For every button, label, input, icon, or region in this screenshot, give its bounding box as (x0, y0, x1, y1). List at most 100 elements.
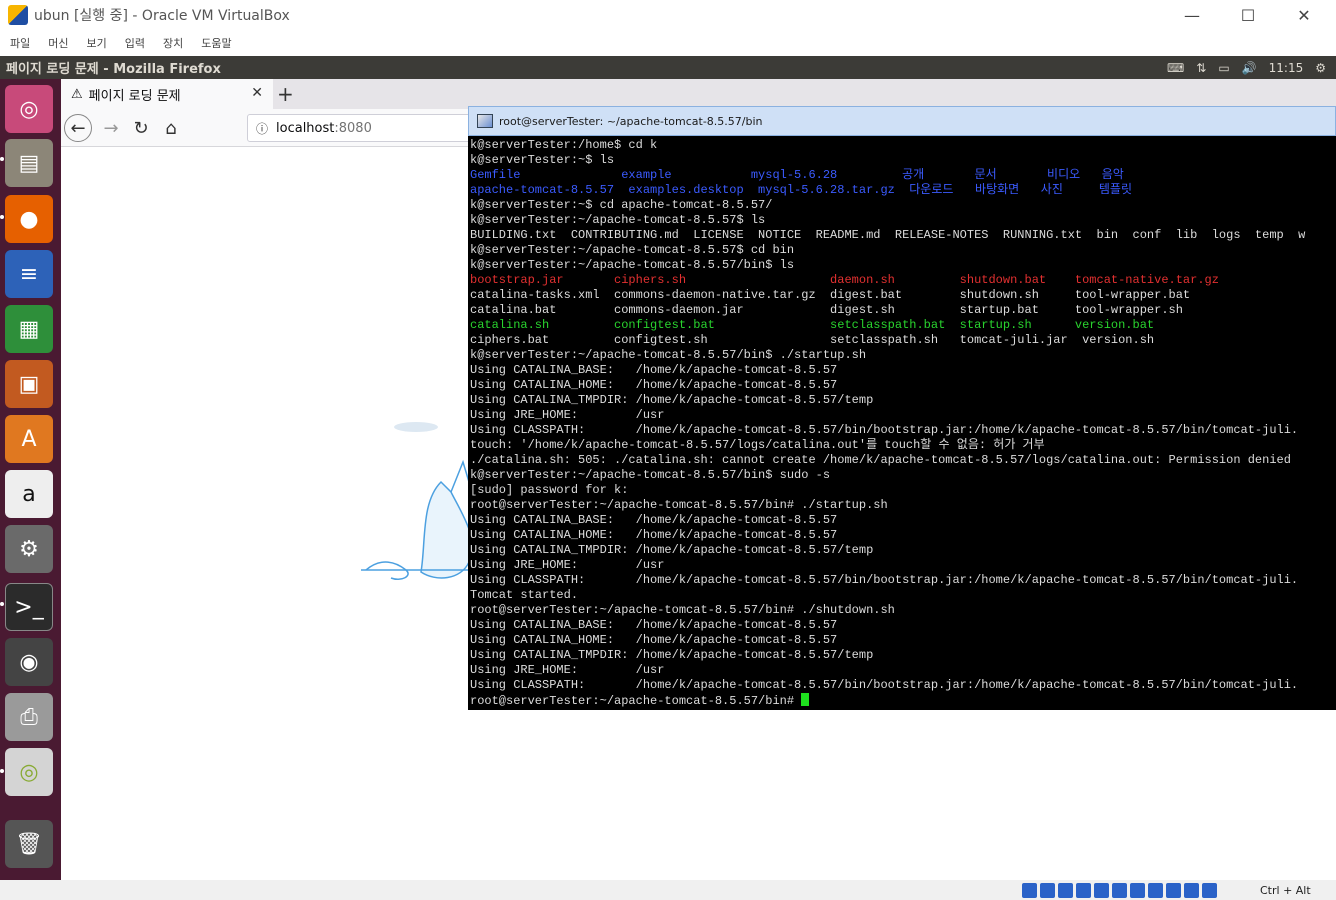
url-host: localhost (276, 120, 335, 136)
forward-button[interactable]: → (97, 115, 125, 141)
terminal-line: root@serverTester:~/apache-tomcat-8.5.57… (470, 603, 895, 617)
terminal-line: k@serverTester:~/apache-tomcat-8.5.57$ c… (470, 243, 795, 257)
optical-drive-icon[interactable] (1040, 883, 1055, 898)
terminal-line: apache-tomcat-8.5.57 examples.desktop my… (470, 183, 1133, 197)
terminal-line: Using CATALINA_HOME: /home/k/apache-tomc… (470, 633, 838, 647)
back-button[interactable]: ← (64, 114, 92, 142)
panel-indicators: ⌨ ⇅ ▭ 🔊 11:15 ⚙ (1167, 56, 1326, 79)
audio-icon[interactable] (1058, 883, 1073, 898)
putty-icon (477, 114, 493, 128)
cpu-icon[interactable] (1166, 883, 1181, 898)
menu-help[interactable]: 도움말 (201, 35, 231, 51)
terminal-prompt-line: root@serverTester:~/apache-tomcat-8.5.57… (470, 693, 1336, 708)
terminal-line: catalina-tasks.xml commons-daemon-native… (470, 288, 1191, 302)
firefox-icon[interactable]: ● (5, 195, 53, 243)
terminal-line: ./catalina.sh: 505: ./catalina.sh: canno… (470, 453, 1291, 467)
terminal-line: root@serverTester:~/apache-tomcat-8.5.57… (470, 498, 888, 512)
hard-disk-icon[interactable] (1022, 883, 1037, 898)
virtualbox-titlebar: ubun [실행 중] - Oracle VM VirtualBox — ☐ ✕ (0, 0, 1336, 30)
calc-icon[interactable]: ▦ (5, 305, 53, 353)
tab-title: 페이지 로딩 문제 (88, 88, 181, 104)
volume-icon[interactable]: 🔊 (1242, 61, 1257, 75)
minimize-button[interactable]: — (1164, 0, 1220, 30)
tab-active[interactable]: ⚠ 페이지 로딩 문제 ✕ (61, 79, 273, 109)
amazon-icon[interactable]: a (5, 470, 53, 518)
running-pip (0, 215, 4, 219)
terminal-line: Using CATALINA_BASE: /home/k/apache-tomc… (470, 363, 838, 377)
virtualbox-menubar: 파일 머신 보기 입력 장치 도움말 (0, 30, 1336, 56)
software-center-icon[interactable]: A (5, 415, 53, 463)
terminal-line: bootstrap.jar ciphers.sh daemon.sh shutd… (470, 273, 1219, 287)
terminal-line: k@serverTester:~/apache-tomcat-8.5.57/bi… (470, 468, 831, 482)
terminal-line: Gemfile example mysql-5.6.28 공개 문서 비디오 음… (470, 168, 1124, 182)
network-icon[interactable]: ⇅ (1196, 61, 1206, 75)
terminal-line: Using CLASSPATH: /home/k/apache-tomcat-8… (470, 573, 1299, 587)
terminal-line: Using CATALINA_BASE: /home/k/apache-tomc… (470, 618, 838, 632)
close-tab-icon[interactable]: ✕ (251, 85, 263, 101)
info-icon[interactable]: ⓘ (256, 120, 268, 137)
url-port: :8080 (334, 120, 372, 136)
terminal-titlebar[interactable]: root@serverTester: ~/apache-tomcat-8.5.5… (468, 106, 1336, 136)
terminal-line: Using CATALINA_TMPDIR: /home/k/apache-to… (470, 648, 874, 662)
reload-button[interactable]: ↻ (127, 115, 155, 141)
ubuntu-top-panel: 페이지 로딩 문제 - Mozilla Firefox ⌨ ⇅ ▭ 🔊 11:1… (0, 56, 1336, 79)
terminal-prompt: root@serverTester:~/apache-tomcat-8.5.57… (470, 694, 802, 708)
terminal-line: catalina.bat commons-daemon.jar digest.s… (470, 303, 1183, 317)
terminal-line: [sudo] password for k: (470, 483, 629, 497)
terminal-line: k@serverTester:~$ cd apache-tomcat-8.5.5… (470, 198, 773, 212)
active-window-title: 페이지 로딩 문제 - Mozilla Firefox (6, 62, 221, 77)
terminal-line: Using CATALINA_TMPDIR: /home/k/apache-to… (470, 393, 874, 407)
running-pip (0, 602, 4, 606)
terminal-line: touch: '/home/k/apache-tomcat-8.5.57/log… (470, 438, 1045, 452)
gear-icon[interactable]: ⚙ (1315, 61, 1326, 75)
device-status-icons (1022, 883, 1217, 898)
terminal-line: k@serverTester:~/apache-tomcat-8.5.57$ l… (470, 213, 766, 227)
network-adapter-icon[interactable] (1076, 883, 1091, 898)
maximize-button[interactable]: ☐ (1220, 0, 1276, 30)
terminal-line: k@serverTester:~/apache-tomcat-8.5.57/bi… (470, 258, 795, 272)
keyboard-capture-icon[interactable] (1202, 883, 1217, 898)
clock[interactable]: 11:15 (1269, 61, 1304, 75)
new-tab-button[interactable]: + (277, 82, 294, 106)
disk-icon[interactable]: ◉ (5, 638, 53, 686)
usb-icon[interactable] (1094, 883, 1109, 898)
keyboard-icon[interactable]: ⌨ (1167, 61, 1184, 75)
terminal-line: Using JRE_HOME: /usr (470, 663, 665, 677)
display-icon[interactable] (1130, 883, 1145, 898)
files-icon[interactable]: ▤ (5, 139, 53, 187)
menu-view[interactable]: 보기 (87, 35, 107, 51)
menu-devices[interactable]: 장치 (163, 35, 183, 51)
terminal-window[interactable]: root@serverTester: ~/apache-tomcat-8.5.5… (468, 106, 1336, 710)
trash-icon[interactable]: 🗑 (5, 820, 53, 868)
video-capture-icon[interactable] (1148, 883, 1163, 898)
impress-icon[interactable]: ▣ (5, 360, 53, 408)
menu-input[interactable]: 입력 (125, 35, 145, 51)
ubuntu-dash-icon[interactable]: ◎ (5, 85, 53, 133)
terminal-output[interactable]: k@serverTester:/home$ cd k k@serverTester… (468, 136, 1336, 708)
terminal-line: Using CATALINA_BASE: /home/k/apache-tomc… (470, 513, 838, 527)
input-method-icon[interactable]: ▭ (1218, 61, 1229, 75)
terminal-cursor (801, 693, 810, 706)
shared-folders-icon[interactable] (1112, 883, 1127, 898)
menu-machine[interactable]: 머신 (48, 35, 68, 51)
menu-file[interactable]: 파일 (10, 35, 30, 51)
printer-icon[interactable]: ⎙ (5, 693, 53, 741)
terminal-line: k@serverTester:~/apache-tomcat-8.5.57/bi… (470, 348, 867, 362)
terminal-title: root@serverTester: ~/apache-tomcat-8.5.5… (499, 114, 763, 128)
running-pip (0, 769, 4, 773)
running-pip (0, 157, 4, 161)
mouse-integration-icon[interactable] (1184, 883, 1199, 898)
writer-icon[interactable]: ≡ (5, 250, 53, 298)
terminal-line: k@serverTester:/home$ cd k (470, 138, 658, 152)
system-settings-icon[interactable]: ⚙ (5, 525, 53, 573)
virtualbox-app-icon (8, 5, 28, 25)
terminal-line: k@serverTester:~$ ls (470, 153, 615, 167)
terminal-icon[interactable]: >_ (5, 583, 53, 631)
terminal-line: ciphers.bat configtest.sh setclasspath.s… (470, 333, 1155, 347)
terminal-line: Tomcat started. (470, 588, 579, 602)
terminal-line: Using CATALINA_HOME: /home/k/apache-tomc… (470, 528, 838, 542)
url-bar[interactable]: ⓘ localhost:8080 (247, 114, 487, 142)
dvd-icon[interactable]: ◎ (5, 748, 53, 796)
close-button[interactable]: ✕ (1276, 0, 1332, 30)
home-button[interactable]: ⌂ (157, 115, 185, 141)
